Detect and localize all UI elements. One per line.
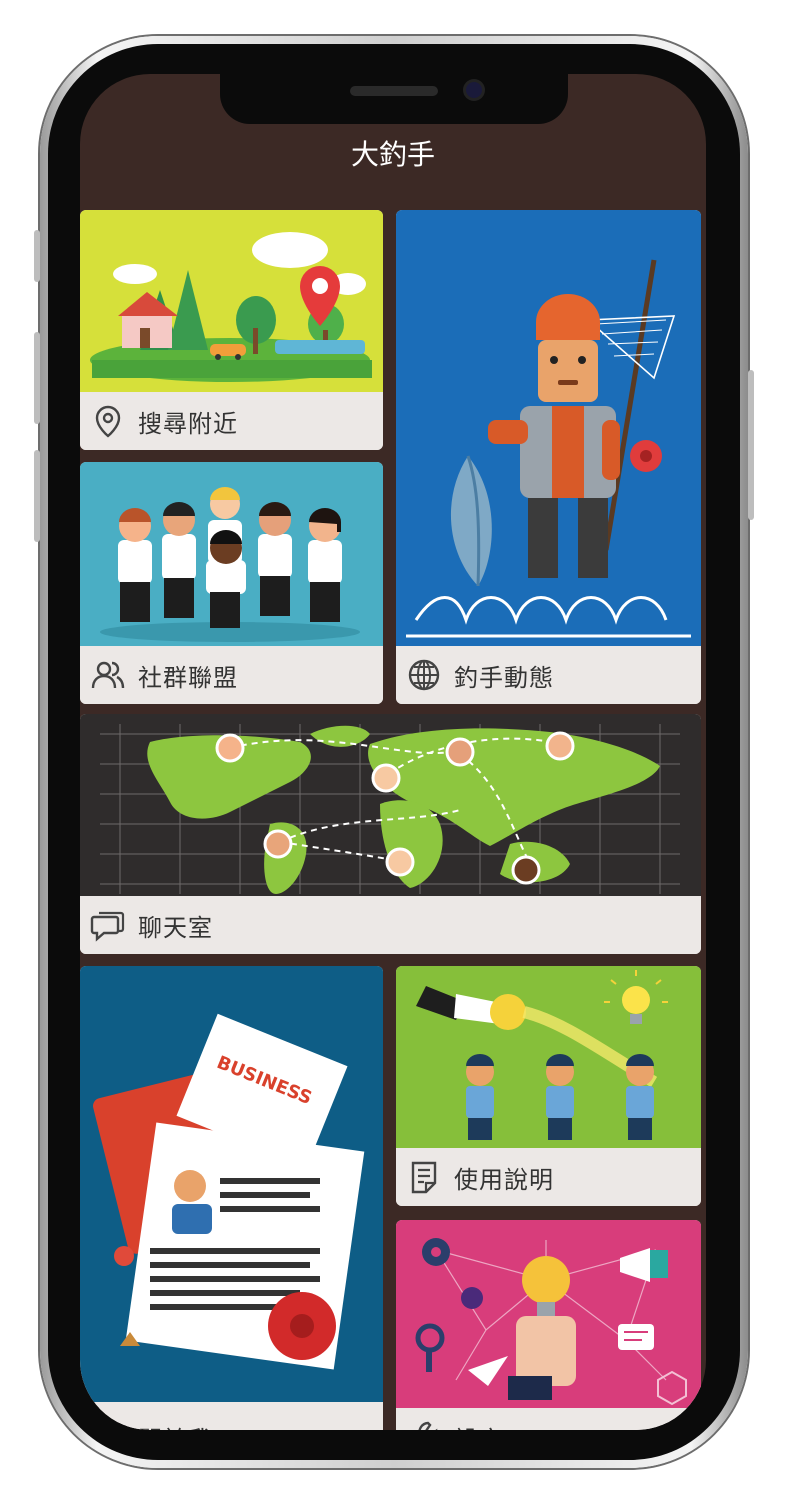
tile-community-label: 社群聯盟 xyxy=(138,663,238,692)
users-icon xyxy=(91,661,125,689)
map-pin-icon xyxy=(95,405,121,438)
tile-chat-label-bar: 聊天室 xyxy=(80,896,701,954)
side-button-power xyxy=(748,370,754,520)
document-icon xyxy=(411,1161,437,1194)
tile-settings-label: 設定 xyxy=(454,1420,504,1431)
side-button-volume-up xyxy=(34,332,40,424)
tile-chat-label: 聊天室 xyxy=(138,913,213,942)
chat-bubble-icon xyxy=(90,911,125,942)
side-button-mute xyxy=(34,230,40,282)
tile-angler-news[interactable]: 釣手動態 xyxy=(396,210,701,704)
help-illustration xyxy=(396,966,701,1148)
settings-illustration xyxy=(396,1220,701,1408)
phone-screen: 大釣手 搜尋附近 社群聯盟 釣手動態 聊天室 BUSINESS 使用說明 xyxy=(80,74,706,1430)
side-button-volume-down xyxy=(34,450,40,542)
tile-community[interactable]: 社群聯盟 xyxy=(80,462,383,704)
app-title: 大釣手 xyxy=(350,138,435,171)
chat-world-map-illustration xyxy=(80,714,701,896)
globe-icon xyxy=(408,659,440,691)
tile-about-label-bar: 關於我 xyxy=(80,1408,383,1430)
notch xyxy=(220,74,568,124)
tile-community-label-bar: 社群聯盟 xyxy=(80,646,383,704)
camera-icon xyxy=(466,82,482,98)
tile-chat[interactable]: 聊天室 xyxy=(80,714,701,954)
tile-help[interactable]: 使用說明 xyxy=(396,966,701,1206)
tile-help-label: 使用說明 xyxy=(454,1165,554,1194)
tile-nearby[interactable]: 搜尋附近 xyxy=(80,210,383,450)
tile-help-label-bar: 使用說明 xyxy=(396,1148,701,1206)
tile-settings-label-bar: 設定 xyxy=(396,1408,701,1430)
tile-nearby-label: 搜尋附近 xyxy=(138,409,238,438)
tile-angler-news-label-bar: 釣手動態 xyxy=(396,646,701,704)
tile-settings[interactable]: 設定 xyxy=(396,1220,701,1430)
community-illustration xyxy=(80,462,383,646)
nearby-illustration xyxy=(80,210,383,392)
speaker-grille xyxy=(350,86,438,96)
angler-illustration xyxy=(396,210,701,646)
user-icon xyxy=(99,1422,117,1430)
wrench-icon xyxy=(418,1421,438,1430)
tile-about-label: 關於我 xyxy=(138,1420,213,1431)
about-illustration: BUSINESS xyxy=(80,966,383,1402)
tile-nearby-label-bar: 搜尋附近 xyxy=(80,392,383,450)
tile-angler-news-label: 釣手動態 xyxy=(454,663,554,692)
tile-about[interactable]: BUSINESS 關於我 xyxy=(80,966,383,1430)
